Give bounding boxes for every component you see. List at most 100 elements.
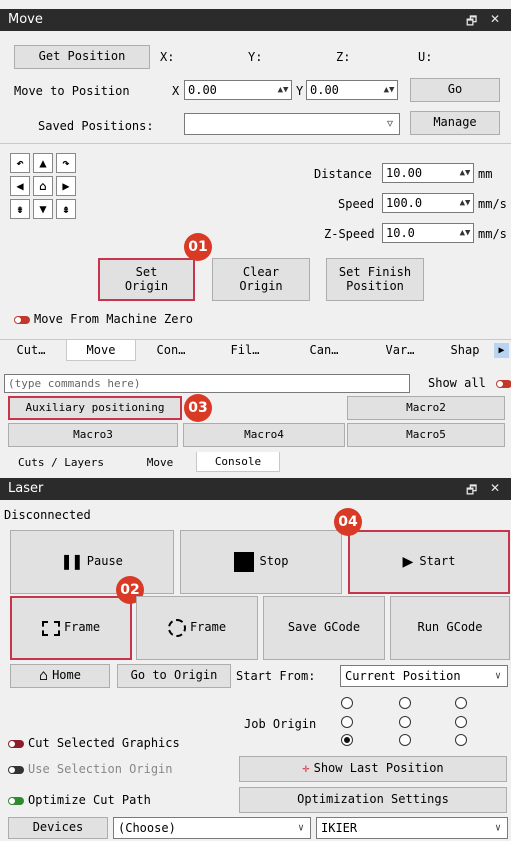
device-name-value: IKIER bbox=[321, 821, 358, 835]
distance-spin-icon[interactable]: ▲▼ bbox=[459, 166, 471, 180]
pause-button[interactable]: ❚❚ Pause bbox=[10, 530, 174, 594]
start-button[interactable]: ▶ Start bbox=[348, 530, 510, 594]
tab-camera[interactable]: Can… bbox=[288, 340, 360, 360]
jog-down-icon[interactable]: ▼ bbox=[33, 199, 53, 219]
origin-radio-middle-center[interactable] bbox=[399, 716, 411, 728]
set-finish-position-button[interactable]: Set Finish Position bbox=[326, 258, 424, 301]
start-label: Start bbox=[419, 554, 456, 569]
origin-radio-top-left[interactable] bbox=[341, 697, 353, 709]
tab-shape[interactable]: Shap bbox=[440, 340, 490, 360]
origin-radio-middle-right[interactable] bbox=[455, 716, 467, 728]
cut-selected-toggle[interactable]: Cut Selected Graphics bbox=[8, 736, 180, 750]
move-y-spin-icon[interactable]: ▲▼ bbox=[383, 83, 395, 97]
stop-icon bbox=[233, 552, 254, 572]
tab-move[interactable]: Move bbox=[66, 340, 136, 361]
origin-radio-bottom-right[interactable] bbox=[455, 734, 467, 746]
rotate-ccw-icon[interactable]: ↶ bbox=[10, 153, 30, 173]
restore-icon[interactable]: 🗗 bbox=[466, 481, 477, 502]
close-icon[interactable]: ✕ bbox=[490, 12, 500, 26]
go-to-origin-button[interactable]: Go to Origin bbox=[117, 664, 231, 688]
crosshair-icon: ✛ bbox=[302, 761, 310, 776]
tab-move[interactable]: Move bbox=[126, 452, 194, 472]
stop-button[interactable]: Stop bbox=[180, 530, 342, 594]
origin-radio-bottom-left[interactable] bbox=[341, 734, 353, 746]
move-y-input[interactable]: 0.00 ▲▼ bbox=[306, 80, 398, 100]
tab-console[interactable]: Console bbox=[196, 452, 280, 472]
macro3-button[interactable]: Macro3 bbox=[8, 423, 178, 447]
devices-button[interactable]: Devices bbox=[8, 817, 108, 839]
speed-input[interactable]: 100.0 ▲▼ bbox=[382, 193, 474, 213]
jog-left-icon[interactable]: ◀ bbox=[10, 176, 30, 196]
start-from-label: Start From: bbox=[236, 669, 316, 683]
restore-icon[interactable]: 🗗 bbox=[466, 12, 477, 33]
frame-rect-button[interactable]: Frame bbox=[10, 596, 132, 660]
tab-file[interactable]: Fil… bbox=[210, 340, 280, 360]
connection-status: Disconnected bbox=[4, 508, 91, 522]
badge-01: 01 bbox=[184, 233, 212, 261]
tab-variable[interactable]: Var… bbox=[364, 340, 436, 360]
show-last-position-button[interactable]: ✛ Show Last Position bbox=[239, 756, 507, 782]
show-all-label: Show all bbox=[428, 376, 486, 390]
run-gcode-button[interactable]: Run GCode bbox=[390, 596, 510, 660]
home-label: Home bbox=[52, 668, 81, 683]
laser-title: Laser bbox=[8, 481, 44, 496]
tab-cut[interactable]: Cut… bbox=[0, 340, 62, 360]
console-dock-tabs: Cuts / Layers Move Console bbox=[0, 452, 511, 472]
speed-label: Speed bbox=[338, 197, 375, 211]
device-name-select[interactable]: IKIER ∨ bbox=[316, 817, 508, 839]
rotate-cw-icon[interactable]: ↷ bbox=[56, 153, 76, 173]
saved-positions-label: Saved Positions: bbox=[38, 119, 154, 133]
auxiliary-positioning-button[interactable]: Auxiliary positioning bbox=[8, 396, 182, 420]
stop-label: Stop bbox=[259, 554, 289, 569]
get-position-button[interactable]: Get Position bbox=[14, 45, 150, 69]
toggle-icon bbox=[14, 315, 30, 324]
close-icon[interactable]: ✕ bbox=[490, 481, 500, 495]
distance-value: 10.00 bbox=[386, 166, 423, 180]
start-from-value: Current Position bbox=[345, 669, 461, 683]
command-input[interactable]: (type commands here) bbox=[4, 374, 410, 393]
macro2-button[interactable]: Macro2 bbox=[347, 396, 505, 420]
use-selection-origin-toggle[interactable]: Use Selection Origin bbox=[8, 762, 173, 776]
chevron-down-icon: ▽ bbox=[386, 118, 393, 130]
start-from-select[interactable]: Current Position ∨ bbox=[340, 665, 508, 687]
origin-radio-top-center[interactable] bbox=[399, 697, 411, 709]
origin-radio-top-right[interactable] bbox=[455, 697, 467, 709]
device-choose-select[interactable]: (Choose) ∨ bbox=[113, 817, 311, 839]
z-up-icon[interactable]: ⇞ bbox=[56, 199, 76, 219]
move-x-input[interactable]: 0.00 ▲▼ bbox=[184, 80, 292, 100]
z-speed-spin-icon[interactable]: ▲▼ bbox=[459, 226, 471, 240]
macro4-button[interactable]: Macro4 bbox=[183, 423, 345, 447]
tab-console[interactable]: Con… bbox=[140, 340, 202, 360]
move-from-zero-toggle[interactable]: Move From Machine Zero bbox=[14, 312, 193, 326]
laser-titlebar: Laser 🗗 ✕ bbox=[0, 478, 511, 500]
distance-input[interactable]: 10.00 ▲▼ bbox=[382, 163, 474, 183]
show-all-toggle[interactable]: Show all bbox=[428, 376, 511, 390]
tab-cuts-layers[interactable]: Cuts / Layers bbox=[0, 452, 122, 472]
z-down-icon[interactable]: ⇟ bbox=[10, 199, 30, 219]
scroll-right-icon[interactable]: ▶ bbox=[494, 343, 509, 358]
optimization-settings-button[interactable]: Optimization Settings bbox=[239, 787, 507, 813]
jog-right-icon[interactable]: ▶ bbox=[56, 176, 76, 196]
z-axis-label: Z: bbox=[336, 50, 351, 64]
optimize-cut-path-toggle[interactable]: Optimize Cut Path bbox=[8, 793, 151, 807]
speed-spin-icon[interactable]: ▲▼ bbox=[459, 196, 471, 210]
jog-up-icon[interactable]: ▲ bbox=[33, 153, 53, 173]
saved-positions-select[interactable]: ▽ bbox=[184, 113, 400, 135]
home-button[interactable]: ⌂ Home bbox=[10, 664, 110, 688]
toggle-icon bbox=[8, 796, 24, 805]
origin-radio-bottom-center[interactable] bbox=[399, 734, 411, 746]
go-button[interactable]: Go bbox=[410, 78, 500, 102]
z-speed-input[interactable]: 10.0 ▲▼ bbox=[382, 223, 474, 243]
manage-button[interactable]: Manage bbox=[410, 111, 500, 135]
save-gcode-button[interactable]: Save GCode bbox=[263, 596, 385, 660]
macro5-button[interactable]: Macro5 bbox=[347, 423, 505, 447]
set-origin-button[interactable]: Set Origin bbox=[98, 258, 195, 301]
clear-origin-button[interactable]: Clear Origin bbox=[212, 258, 310, 301]
use-selection-label: Use Selection Origin bbox=[28, 762, 173, 776]
distance-unit: mm bbox=[478, 167, 493, 181]
home-icon[interactable]: ⌂ bbox=[33, 176, 53, 196]
move-x-spin-icon[interactable]: ▲▼ bbox=[277, 83, 289, 97]
chevron-down-icon: ∨ bbox=[494, 822, 501, 834]
frame-circle-button[interactable]: Frame bbox=[136, 596, 258, 660]
origin-radio-middle-left[interactable] bbox=[341, 716, 353, 728]
